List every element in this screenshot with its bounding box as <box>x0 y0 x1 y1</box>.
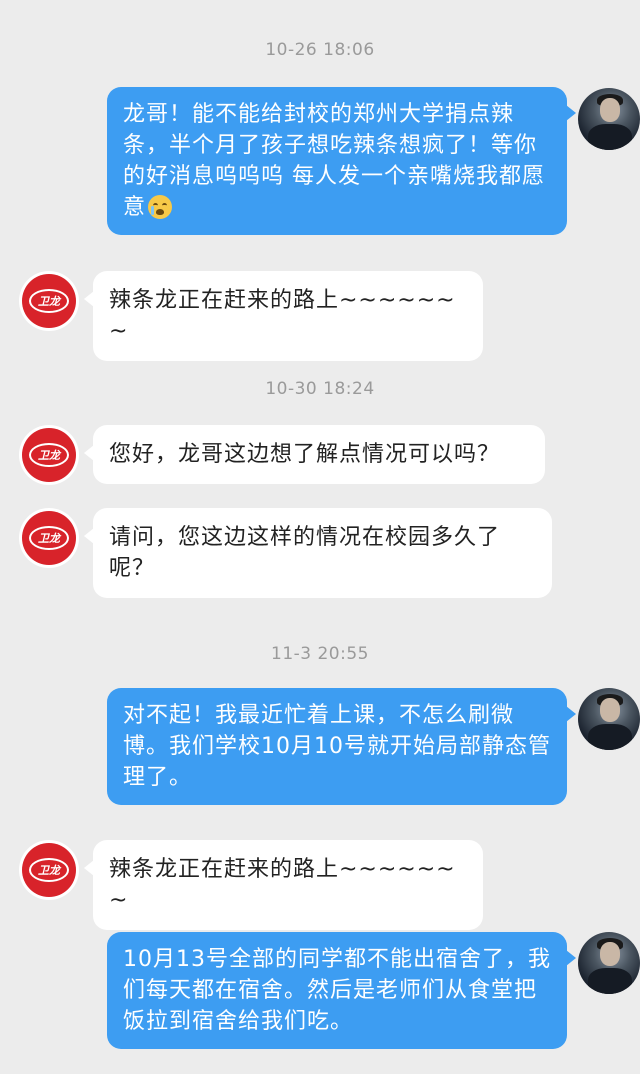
timestamp: 10-26 18:06 <box>265 40 375 60</box>
weilong-logo-icon: 卫龙 <box>29 443 69 467</box>
chat-bubble-outgoing[interactable]: 龙哥！能不能给封校的郑州大学捐点辣条，半个月了孩子想吃辣条想疯了！等你的好消息呜… <box>107 87 576 235</box>
message-text: 对不起！我最近忙着上课，不怎么刷微博。我们学校10月10号就开始局部静态管理了。 <box>123 703 551 790</box>
weilong-avatar[interactable]: 卫龙 <box>19 508 79 568</box>
message-text: 您好，龙哥这边想了解点情况可以吗？ <box>109 442 501 467</box>
message-text: 辣条龙正在赶来的路上~~~~~~~ <box>109 288 456 344</box>
chat-bubble-outgoing[interactable]: 10月13号全部的同学都不能出宿舍了，我们每天都在宿舍。然后是老师们从食堂把饭拉… <box>107 932 576 1049</box>
chat-bubble-incoming[interactable]: 请问，您这边这样的情况在校园多久了呢？ <box>84 508 552 598</box>
chat-bubble-incoming[interactable]: 辣条龙正在赶来的路上~~~~~~~ <box>84 271 483 361</box>
user-avatar[interactable] <box>578 688 640 750</box>
chat-bubble-incoming[interactable]: 辣条龙正在赶来的路上~~~~~~~ <box>84 840 483 930</box>
message-text: 10月13号全部的同学都不能出宿舍了，我们每天都在宿舍。然后是老师们从食堂把饭拉… <box>123 947 551 1034</box>
weilong-avatar[interactable]: 卫龙 <box>19 271 79 331</box>
chat-bubble-incoming[interactable]: 您好，龙哥这边想了解点情况可以吗？ <box>84 425 545 484</box>
message-text: 请问，您这边这样的情况在校园多久了呢？ <box>109 525 501 581</box>
weilong-logo-icon: 卫龙 <box>29 289 69 313</box>
crying-face-icon <box>148 195 173 219</box>
weilong-logo-icon: 卫龙 <box>29 858 69 882</box>
timestamp: 10-30 18:24 <box>265 379 375 399</box>
user-avatar[interactable] <box>578 932 640 994</box>
weilong-avatar[interactable]: 卫龙 <box>19 425 79 485</box>
timestamp: 11-3 20:55 <box>271 644 369 664</box>
chat-bubble-outgoing[interactable]: 对不起！我最近忙着上课，不怎么刷微博。我们学校10月10号就开始局部静态管理了。 <box>107 688 576 805</box>
weilong-avatar[interactable]: 卫龙 <box>19 840 79 900</box>
user-avatar[interactable] <box>578 88 640 150</box>
message-text: 龙哥！能不能给封校的郑州大学捐点辣条，半个月了孩子想吃辣条想疯了！等你的好消息呜… <box>123 102 545 220</box>
weilong-logo-icon: 卫龙 <box>29 526 69 550</box>
message-text: 辣条龙正在赶来的路上~~~~~~~ <box>109 857 456 913</box>
